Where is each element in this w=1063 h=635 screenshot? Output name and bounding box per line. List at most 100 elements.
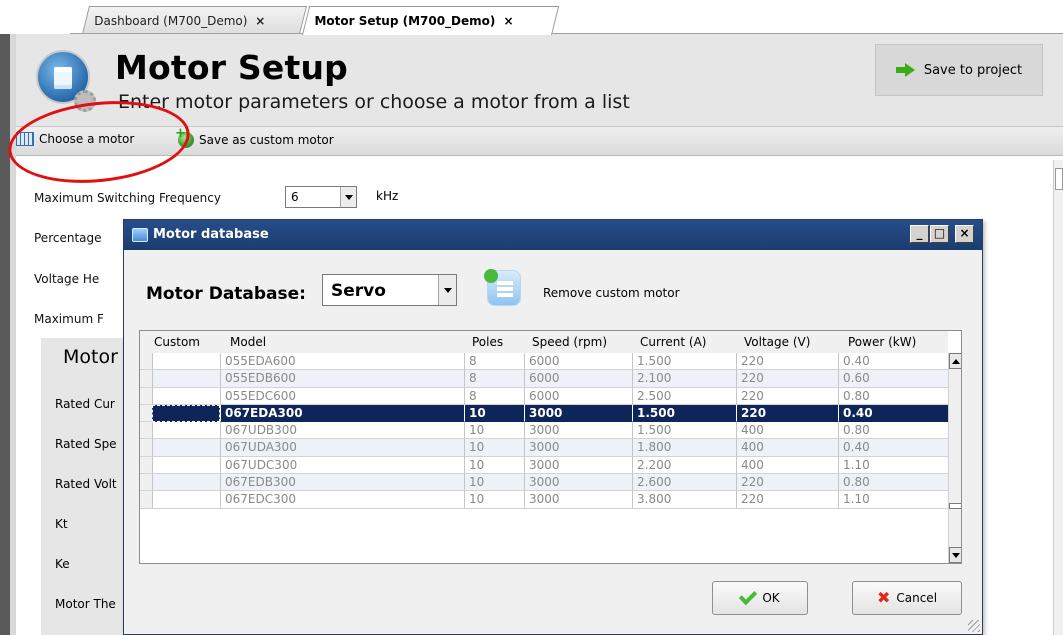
- cell-speed[interactable]: 6000: [524, 370, 632, 388]
- cell-power[interactable]: 1.10: [838, 456, 948, 475]
- scroll-down-icon[interactable]: [949, 547, 961, 563]
- cell-speed[interactable]: 6000: [524, 387, 632, 405]
- cell-custom[interactable]: [152, 456, 220, 475]
- cell-current[interactable]: 2.500: [632, 387, 736, 405]
- row-header[interactable]: [140, 422, 152, 440]
- cell-voltage[interactable]: 220: [736, 491, 838, 509]
- table-row[interactable]: 067UDC300 10 3000 2.200 400 1.10: [140, 456, 948, 475]
- cell-voltage[interactable]: 220: [736, 474, 838, 492]
- cell-poles[interactable]: 8: [464, 370, 524, 388]
- row-header[interactable]: [140, 474, 152, 492]
- chevron-down-icon[interactable]: [438, 275, 456, 305]
- cell-voltage[interactable]: 400: [736, 422, 838, 440]
- cell-current[interactable]: 2.100: [632, 370, 736, 388]
- cell-custom[interactable]: [152, 404, 220, 423]
- table-scrollbar-thumb[interactable]: [949, 503, 961, 509]
- tab-motor-setup[interactable]: Motor Setup (M700_Demo) ×: [302, 6, 560, 35]
- cell-power[interactable]: 0.80: [838, 422, 948, 440]
- cell-speed[interactable]: 3000: [524, 456, 632, 475]
- save-custom-motor-button[interactable]: Save as custom motor: [175, 126, 334, 148]
- col-current[interactable]: Current (A): [640, 335, 706, 349]
- max-switching-select[interactable]: 6: [285, 186, 357, 208]
- table-row[interactable]: 067UDB300 10 3000 1.500 400 0.80: [140, 422, 948, 440]
- cancel-button[interactable]: ✖ Cancel: [852, 581, 962, 615]
- cell-current[interactable]: 3.800: [632, 491, 736, 509]
- scroll-up-icon[interactable]: [949, 353, 961, 369]
- cell-poles[interactable]: 10: [464, 404, 524, 423]
- cell-model[interactable]: 067UDC300: [220, 456, 464, 475]
- col-model[interactable]: Model: [230, 335, 266, 349]
- cell-custom[interactable]: [152, 422, 220, 440]
- save-to-project-button[interactable]: Save to project: [875, 44, 1043, 96]
- cell-custom[interactable]: [152, 370, 220, 388]
- row-header[interactable]: [140, 353, 152, 371]
- cell-voltage[interactable]: 220: [736, 370, 838, 388]
- cell-current[interactable]: 1.800: [632, 439, 736, 457]
- table-row[interactable]: 055EDB600 8 6000 2.100 220 0.60: [140, 370, 948, 388]
- remove-custom-motor-button[interactable]: Remove custom motor: [543, 286, 680, 300]
- cell-speed[interactable]: 3000: [524, 474, 632, 492]
- col-voltage[interactable]: Voltage (V): [744, 335, 810, 349]
- tab-dashboard-close-icon[interactable]: ×: [256, 14, 266, 28]
- cell-poles[interactable]: 10: [464, 439, 524, 457]
- cell-poles[interactable]: 10: [464, 456, 524, 475]
- cell-model[interactable]: 067EDA300: [220, 404, 464, 423]
- row-header[interactable]: [140, 491, 152, 509]
- cell-current[interactable]: 2.200: [632, 456, 736, 475]
- cell-speed[interactable]: 3000: [524, 404, 632, 423]
- cell-voltage[interactable]: 400: [736, 439, 838, 457]
- col-speed[interactable]: Speed (rpm): [532, 335, 607, 349]
- page-scrollbar[interactable]: [1053, 160, 1063, 635]
- cell-power[interactable]: 0.40: [838, 353, 948, 371]
- cell-speed[interactable]: 3000: [524, 491, 632, 509]
- cell-power[interactable]: 0.40: [838, 439, 948, 457]
- close-icon[interactable]: ×: [955, 225, 974, 243]
- cell-model[interactable]: 067UDB300: [220, 422, 464, 440]
- cell-model[interactable]: 067EDB300: [220, 474, 464, 492]
- row-header[interactable]: [140, 370, 152, 388]
- cell-current[interactable]: 1.500: [632, 404, 736, 423]
- cell-model[interactable]: 055EDB600: [220, 370, 464, 388]
- cell-current[interactable]: 2.600: [632, 474, 736, 492]
- cell-voltage[interactable]: 220: [736, 387, 838, 405]
- resize-grip-icon[interactable]: [968, 620, 980, 632]
- cell-custom[interactable]: [152, 474, 220, 492]
- choose-motor-button[interactable]: Choose a motor: [16, 132, 134, 146]
- cell-model[interactable]: 067EDC300: [220, 491, 464, 509]
- chevron-down-icon[interactable]: [340, 187, 356, 207]
- ok-button[interactable]: OK: [712, 581, 808, 615]
- cell-voltage[interactable]: 400: [736, 456, 838, 475]
- row-header[interactable]: [140, 387, 152, 405]
- row-header[interactable]: [140, 456, 152, 475]
- cell-poles[interactable]: 8: [464, 387, 524, 405]
- cell-model[interactable]: 055EDC600: [220, 387, 464, 405]
- cell-custom[interactable]: [152, 353, 220, 371]
- tab-motor-setup-close-icon[interactable]: ×: [503, 14, 513, 28]
- table-row[interactable]: 067EDB300 10 3000 2.600 220 0.80: [140, 474, 948, 492]
- cell-power[interactable]: 1.10: [838, 491, 948, 509]
- table-row[interactable]: 055EDA600 8 6000 1.500 220 0.40: [140, 353, 948, 371]
- cell-speed[interactable]: 3000: [524, 439, 632, 457]
- cell-model[interactable]: 067UDA300: [220, 439, 464, 457]
- table-row[interactable]: 067UDA300 10 3000 1.800 400 0.40: [140, 439, 948, 457]
- cell-power[interactable]: 0.40: [838, 404, 948, 423]
- cell-poles[interactable]: 8: [464, 353, 524, 371]
- cell-current[interactable]: 1.500: [632, 353, 736, 371]
- table-row[interactable]: 067EDA300 10 3000 1.500 220 0.40: [140, 404, 948, 423]
- cell-voltage[interactable]: 220: [736, 353, 838, 371]
- cell-model[interactable]: 055EDA600: [220, 353, 464, 371]
- maximize-icon[interactable]: □: [930, 225, 949, 243]
- cell-power[interactable]: 0.80: [838, 474, 948, 492]
- col-power[interactable]: Power (kW): [848, 335, 916, 349]
- cell-power[interactable]: 0.80: [838, 387, 948, 405]
- page-scrollbar-thumb[interactable]: [1055, 168, 1063, 190]
- col-custom[interactable]: Custom: [154, 335, 200, 349]
- cell-poles[interactable]: 10: [464, 422, 524, 440]
- table-scrollbar[interactable]: [948, 353, 961, 563]
- table-row[interactable]: 055EDC600 8 6000 2.500 220 0.80: [140, 387, 948, 405]
- row-header[interactable]: [140, 439, 152, 457]
- tab-dashboard[interactable]: Dashboard (M700_Demo) ×: [82, 6, 307, 34]
- cell-current[interactable]: 1.500: [632, 422, 736, 440]
- dialog-title-bar[interactable]: Motor database _ □ ×: [124, 220, 982, 250]
- col-poles[interactable]: Poles: [472, 335, 503, 349]
